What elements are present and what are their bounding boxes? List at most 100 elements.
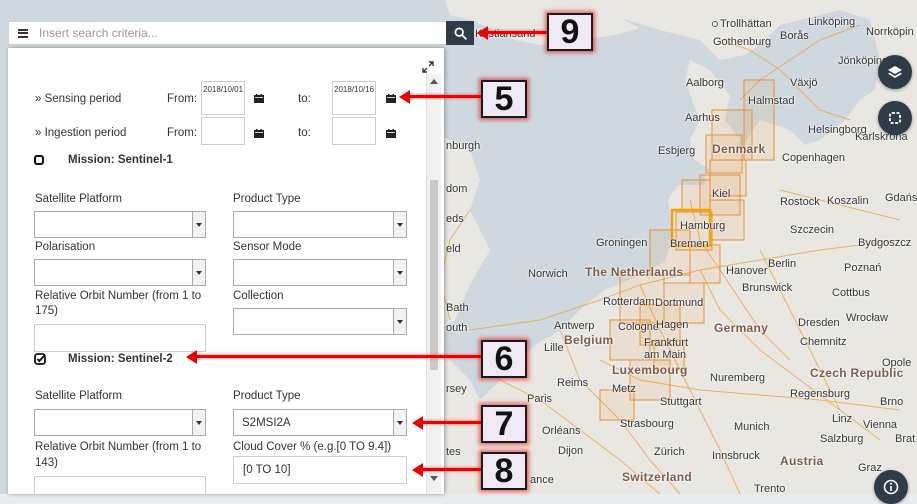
s1-product-type-select[interactable] — [233, 211, 407, 238]
s2-orbit-input[interactable] — [34, 476, 206, 494]
map-label: Regensburg — [790, 388, 850, 400]
scrollbar-thumb[interactable] — [430, 180, 438, 370]
map-label: Orléans — [542, 425, 581, 437]
map-label: dom — [446, 183, 468, 195]
map-label: Graz — [858, 462, 882, 474]
search-button[interactable] — [446, 21, 474, 45]
map-label: Dortmund — [655, 297, 704, 309]
annotation-arrow — [487, 31, 547, 34]
calendar-icon[interactable] — [254, 129, 264, 138]
sentinel2-checkbox[interactable] — [34, 353, 46, 365]
map-label: Vienna — [863, 419, 898, 431]
map-label: Trollhättan — [712, 18, 772, 30]
map-label: Stuttgart — [660, 396, 702, 408]
sensing-to-input[interactable]: 2018/10/16 — [332, 81, 376, 115]
map-label: Bremen — [670, 238, 709, 250]
sentinel1-checkbox[interactable] — [34, 155, 44, 165]
map-label: Czech Republic — [810, 366, 904, 380]
calendar-icon[interactable] — [386, 129, 396, 138]
map-label: Hamburg — [680, 220, 726, 232]
s1-product-type-label: Product Type — [233, 193, 301, 205]
chevron-down-icon — [192, 260, 205, 285]
scroll-down-icon[interactable] — [430, 476, 438, 482]
sensing-from-input[interactable]: 2018/10/01 — [201, 81, 245, 115]
expand-icon[interactable] — [422, 61, 434, 73]
select-area-button[interactable] — [878, 101, 912, 135]
info-button[interactable] — [874, 470, 908, 504]
annotation-badge-8: 8 — [481, 452, 527, 490]
sensing-period-label: » Sensing period — [35, 93, 122, 105]
annotation-arrow — [409, 95, 481, 98]
chevron-down-icon — [192, 212, 205, 237]
s2-satellite-platform-select[interactable] — [34, 409, 206, 436]
annotation-badge-5: 5 — [481, 80, 527, 118]
map-label: Luxembourg — [612, 363, 688, 377]
map-label: Dresden — [798, 317, 840, 329]
annotation-badge-7: 7 — [481, 405, 527, 443]
layers-button[interactable] — [878, 55, 912, 89]
map-label: Linz — [832, 413, 853, 425]
map-label: Metz — [612, 383, 636, 395]
map-label: Brno — [880, 396, 904, 408]
map-label: nburgh — [446, 140, 481, 152]
select-area-icon — [889, 112, 901, 124]
s1-orbit-label-cont: 175) — [35, 305, 59, 317]
hamburger-icon[interactable] — [9, 22, 37, 44]
ingestion-from-label: From: — [167, 127, 198, 139]
search-input[interactable] — [37, 23, 445, 43]
map-label: rsey — [446, 383, 467, 395]
calendar-icon[interactable] — [386, 94, 396, 103]
map-label: Bath — [446, 302, 469, 314]
s2-product-type-select[interactable]: S2MSI2A — [233, 409, 407, 436]
map-label: Brat — [895, 433, 916, 445]
map-label: Hagen — [656, 319, 689, 331]
chevron-down-icon — [192, 410, 205, 435]
map-label: Berlin — [768, 258, 797, 270]
sentinel2-title: Mission: Sentinel-2 — [68, 353, 173, 365]
s1-satellite-platform-label: Satellite Platform — [35, 193, 122, 205]
map-label: Groningen — [596, 237, 648, 249]
map-label: Frankfurt am Main — [644, 337, 689, 361]
s1-satellite-platform-select[interactable] — [34, 211, 206, 238]
map-label: outh — [446, 322, 468, 334]
s1-polarisation-select[interactable] — [34, 259, 206, 286]
s1-sensor-mode-select[interactable] — [233, 259, 407, 286]
map-label: Esbjerg — [658, 145, 696, 157]
ingestion-to-input[interactable] — [332, 117, 376, 145]
map-label: Norrköpin — [866, 26, 914, 38]
chevron-down-icon — [393, 260, 406, 285]
map-label: tes — [446, 446, 461, 458]
chevron-down-icon — [393, 410, 406, 435]
map-label: Rostock — [780, 196, 820, 208]
map-label: Växjö — [790, 77, 818, 89]
map-label: Belgium — [564, 333, 614, 347]
s1-collection-select[interactable] — [233, 308, 407, 335]
sensing-to-label: to: — [298, 93, 311, 105]
calendar-icon[interactable] — [254, 94, 264, 103]
annotation-arrow — [422, 468, 481, 471]
ingestion-to-label: to: — [298, 127, 311, 139]
s1-orbit-input[interactable] — [34, 324, 206, 352]
map-label: Norwich — [528, 268, 568, 280]
scroll-up-icon[interactable] — [430, 78, 438, 84]
s2-satellite-platform-label: Satellite Platform — [35, 390, 122, 402]
s2-cloud-cover-input[interactable]: [0 TO 10] — [233, 456, 407, 484]
annotation-badge-9: 9 — [547, 13, 593, 51]
map-label: Nuremberg — [710, 372, 766, 384]
map-label: Trento — [754, 483, 786, 495]
ingestion-from-input[interactable] — [201, 117, 245, 145]
map-label: Switzerland — [622, 470, 692, 484]
map-label: Gdańs — [885, 192, 917, 204]
s1-sensor-mode-label: Sensor Mode — [233, 241, 302, 253]
map-label: Cologne — [618, 321, 659, 333]
annotation-arrow — [422, 421, 481, 424]
map-label: Strasbourg — [620, 418, 674, 430]
layers-icon — [888, 66, 902, 78]
map-label: Innsbruck — [712, 450, 760, 462]
panel-scrollbar[interactable] — [426, 74, 441, 494]
map-label: Paris — [527, 393, 553, 405]
advanced-search-panel: » Sensing period From: 2018/10/01 to: 20… — [8, 48, 444, 494]
map-label: Borås — [780, 30, 809, 42]
s1-orbit-label: Relative Orbit Number (from 1 to — [35, 290, 202, 302]
s2-orbit-label-cont: 143) — [35, 457, 59, 469]
